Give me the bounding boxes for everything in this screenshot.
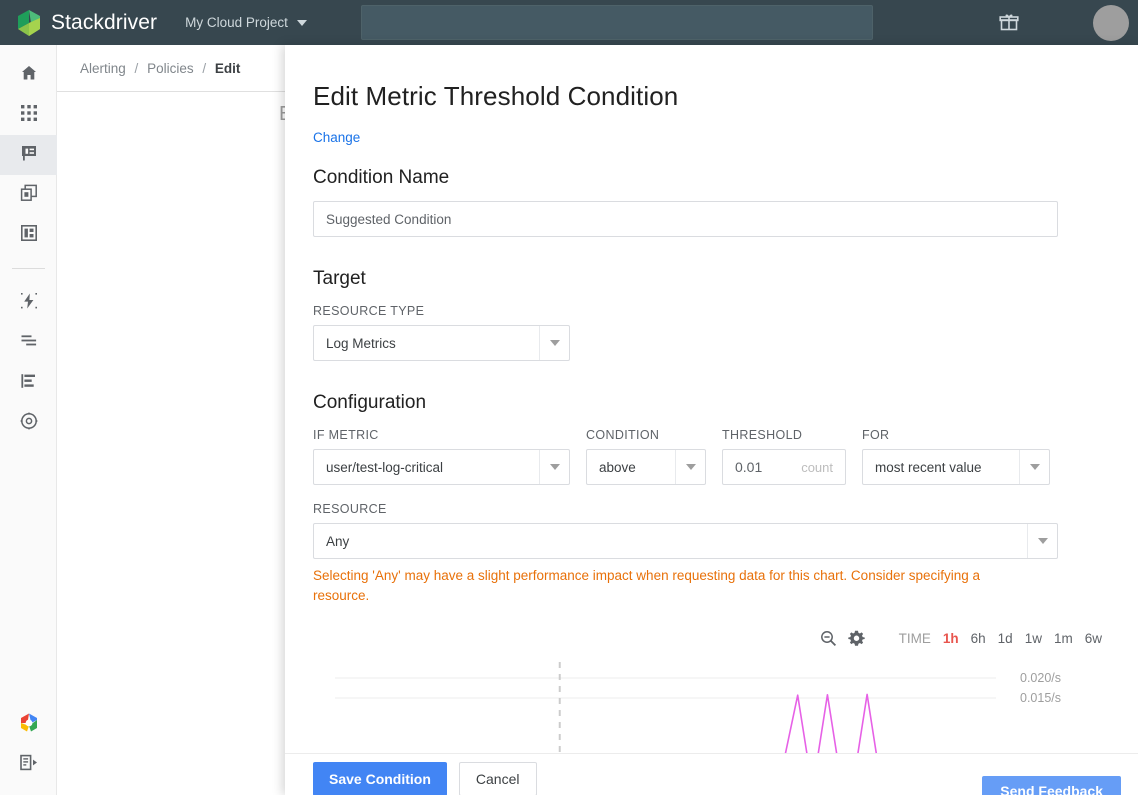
- sidebar-item-debugger[interactable]: [0, 403, 57, 443]
- page-title: Edit Metric Threshold Condition: [313, 81, 679, 111]
- for-label: FOR: [862, 428, 890, 442]
- time-range-1d[interactable]: 1d: [998, 631, 1013, 646]
- panel-expand-icon: [19, 753, 38, 777]
- time-range-1w[interactable]: 1w: [1025, 631, 1042, 646]
- chart-y-tick-label: 0.020/s: [1020, 671, 1061, 685]
- for-value: most recent value: [875, 459, 982, 475]
- resource-warning-message: Selecting 'Any' may have a slight perfor…: [313, 568, 980, 603]
- time-label: TIME: [898, 630, 931, 646]
- condition-label: CONDITION: [586, 428, 660, 442]
- breadcrumb-item-alerting[interactable]: Alerting: [80, 61, 126, 76]
- for-field: FOR most recent value: [862, 414, 1050, 485]
- resource-select[interactable]: Any: [313, 523, 1058, 559]
- chart-canvas: 0.015/s 0.020/s: [313, 662, 1110, 758]
- threshold-input[interactable]: 0.01 count: [722, 449, 846, 485]
- brand-title: Stackdriver: [51, 10, 158, 34]
- chart-series-line: [335, 693, 996, 758]
- avatar[interactable]: [1093, 5, 1129, 41]
- google-cloud-logo-icon: [18, 712, 40, 739]
- condition-field: CONDITION above: [586, 414, 706, 485]
- resource-label: RESOURCE: [313, 502, 387, 516]
- change-link[interactable]: Change: [313, 130, 360, 145]
- chevron-down-icon: [1027, 524, 1057, 558]
- breadcrumb-separator: /: [134, 60, 139, 76]
- target-heading: Target: [313, 268, 366, 289]
- breadcrumb-item-policies[interactable]: Policies: [147, 61, 194, 76]
- chevron-down-icon: [296, 19, 307, 26]
- alerting-flag-icon: [20, 144, 38, 167]
- cancel-button[interactable]: Cancel: [458, 762, 537, 795]
- chevron-down-icon: [1019, 450, 1049, 484]
- chevron-down-icon: [675, 450, 705, 484]
- project-picker[interactable]: My Cloud Project: [185, 15, 307, 30]
- rail-bottom-group: [0, 705, 57, 795]
- resource-type-label: RESOURCE TYPE: [313, 304, 425, 318]
- groups-icon: [20, 224, 38, 247]
- sidebar-item-logging[interactable]: [0, 323, 57, 363]
- breadcrumb-separator: /: [202, 60, 207, 76]
- chart-y-tick-label: 0.015/s: [1020, 691, 1061, 705]
- chart-toolbar: TIME 1h 6h 1d 1w 1m 6w: [313, 626, 1110, 650]
- search-input[interactable]: [361, 5, 873, 40]
- sidebar-item-dashboards[interactable]: [0, 95, 57, 135]
- condition-select[interactable]: above: [586, 449, 706, 485]
- condition-name-input[interactable]: [313, 201, 1058, 237]
- sidebar-item-alerting[interactable]: [0, 135, 57, 175]
- if-metric-value: user/test-log-critical: [326, 459, 444, 475]
- dashboards-grid-icon: [20, 104, 37, 126]
- debugger-icon: [20, 412, 38, 435]
- if-metric-label: IF METRIC: [313, 428, 379, 442]
- sidebar-item-google-cloud-console[interactable]: [0, 705, 57, 745]
- sidebar-item-expand-navigation[interactable]: [0, 745, 57, 785]
- metric-chart[interactable]: 0.015/s 0.020/s: [313, 662, 1110, 758]
- error-reporting-icon: [20, 292, 38, 315]
- dialog-footer: Save Condition Cancel Send Feedback: [285, 753, 1138, 795]
- breadcrumb: Alerting / Policies / Edit: [80, 61, 240, 76]
- condition-name-heading: Condition Name: [313, 167, 450, 188]
- chevron-down-icon: [539, 326, 569, 360]
- left-navigation-rail: [0, 45, 57, 795]
- edit-metric-threshold-condition-dialog: Edit Metric Threshold Condition Change C…: [285, 45, 1138, 795]
- send-feedback-button[interactable]: Send Feedback: [982, 776, 1121, 795]
- top-bar: Stackdriver My Cloud Project: [0, 0, 1138, 45]
- configuration-heading: Configuration: [313, 392, 427, 413]
- gift-icon[interactable]: [999, 12, 1019, 37]
- resource-value: Any: [326, 533, 350, 549]
- zoom-out-icon[interactable]: [815, 630, 843, 647]
- resource-type-value: Log Metrics: [326, 335, 396, 351]
- breadcrumb-bar: Alerting / Policies / Edit: [57, 45, 286, 92]
- time-range-6h[interactable]: 6h: [971, 631, 986, 646]
- sidebar-item-trace[interactable]: [0, 363, 57, 403]
- if-metric-select[interactable]: user/test-log-critical: [313, 449, 570, 485]
- time-range-1m[interactable]: 1m: [1054, 631, 1073, 646]
- background-left-column: [57, 92, 286, 795]
- condition-value: above: [599, 459, 636, 475]
- sidebar-item-home[interactable]: [0, 55, 57, 95]
- save-condition-button[interactable]: Save Condition: [313, 762, 447, 795]
- sidebar-item-groups[interactable]: [0, 215, 57, 255]
- breadcrumb-current-edit: Edit: [214, 60, 241, 76]
- threshold-unit: count: [801, 459, 833, 475]
- time-range-1h[interactable]: 1h: [943, 631, 959, 646]
- resource-type-select[interactable]: Log Metrics: [313, 325, 570, 361]
- dialog-body: Edit Metric Threshold Condition Change C…: [285, 45, 1138, 758]
- threshold-field: THRESHOLD 0.01 count: [722, 414, 846, 485]
- trace-icon: [20, 372, 38, 395]
- stackdriver-logo-icon: [16, 9, 42, 37]
- sidebar-item-error-reporting[interactable]: [0, 283, 57, 323]
- if-metric-field: IF METRIC user/test-log-critical: [313, 414, 570, 485]
- threshold-value: 0.01: [735, 459, 763, 475]
- rail-divider: [11, 268, 45, 269]
- gear-icon[interactable]: [843, 630, 871, 647]
- project-name: My Cloud Project: [185, 15, 288, 30]
- home-icon: [20, 64, 38, 87]
- logging-icon: [20, 332, 38, 355]
- chevron-down-icon: [539, 450, 569, 484]
- threshold-label: THRESHOLD: [722, 428, 803, 442]
- time-range-6w[interactable]: 6w: [1085, 631, 1102, 646]
- uptime-checks-icon: [20, 184, 38, 207]
- for-select[interactable]: most recent value: [862, 449, 1050, 485]
- sidebar-item-uptime-checks[interactable]: [0, 175, 57, 215]
